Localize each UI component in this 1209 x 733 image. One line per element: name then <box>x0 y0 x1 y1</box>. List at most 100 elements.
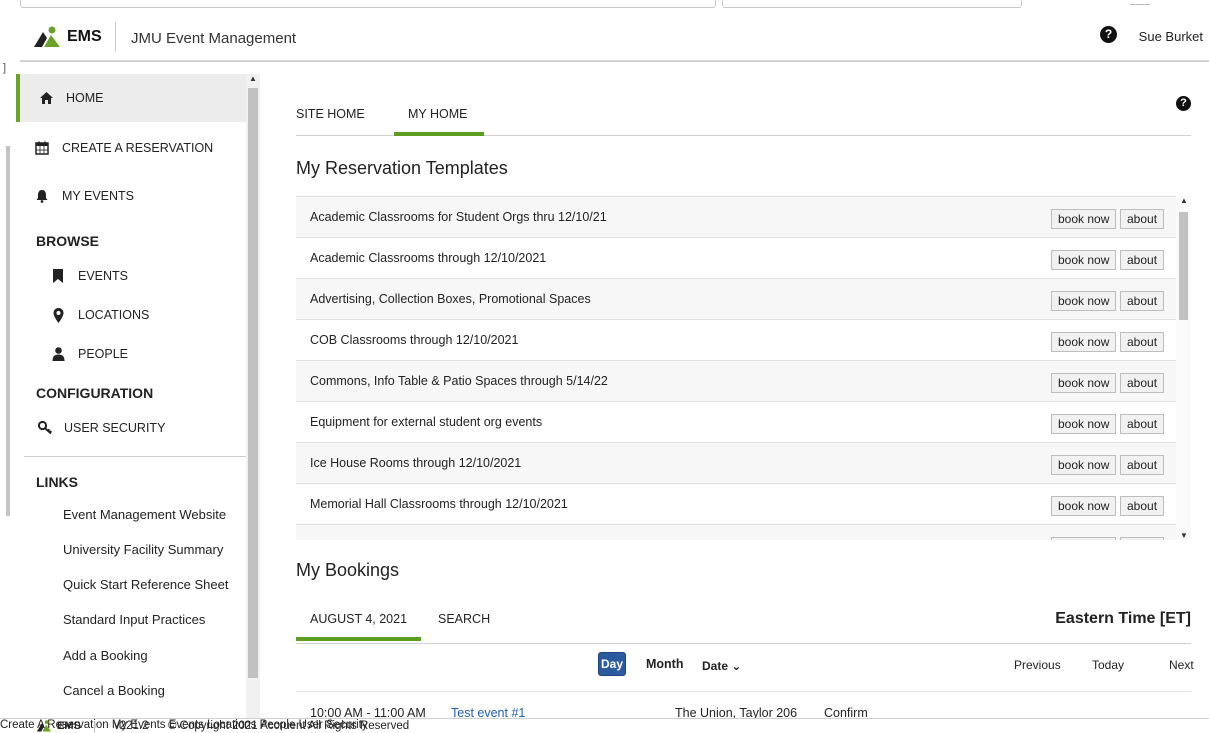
link-event-management-website[interactable]: Event Management Website <box>63 507 226 522</box>
footer-logo-text: EMS <box>57 720 81 732</box>
calendar-icon <box>34 140 50 156</box>
template-name: Memorial Hall Classrooms through 12/10/2… <box>310 497 568 511</box>
scroll-up-icon[interactable]: ▲ <box>1180 196 1188 205</box>
page-help-icon[interactable]: ? <box>1176 96 1191 111</box>
about-button[interactable]: about <box>1120 332 1165 352</box>
next-button[interactable]: Next <box>1169 658 1194 672</box>
template-name: Commons, Info Table & Patio Spaces throu… <box>310 374 608 388</box>
sidebar-item-locations[interactable]: LOCATIONS <box>16 301 246 329</box>
ems-logo-icon <box>34 26 60 47</box>
book-now-button[interactable]: book now <box>1051 537 1117 540</box>
about-button[interactable]: about <box>1120 414 1165 434</box>
sidebar-item-people[interactable]: PEOPLE <box>16 340 246 368</box>
booking-view-controls: Day Month Date ⌄ Previous Today Next <box>296 652 1194 692</box>
browse-heading: BROWSE <box>36 233 99 249</box>
key-icon <box>38 420 54 436</box>
sidebar-item-label: CREATE A RESERVATION <box>62 141 214 155</box>
sidebar-item-label: EVENTS <box>78 269 129 283</box>
templates-title: My Reservation Templates <box>296 158 508 178</box>
user-name-menu[interactable]: Sue Burket <box>1139 29 1203 44</box>
sidebar-item-label: MY EVENTS <box>62 189 135 203</box>
tab-booking-search[interactable]: SEARCH <box>438 612 490 626</box>
previous-button[interactable]: Previous <box>1014 658 1061 672</box>
footer-divider <box>94 721 95 732</box>
sidebar-scroll-thumb[interactable] <box>248 88 258 678</box>
template-row: Academic Classrooms for Student Orgs thr… <box>296 196 1176 237</box>
about-button[interactable]: about <box>1120 373 1165 393</box>
template-row: Commons, Info Table & Patio Spaces throu… <box>296 360 1176 401</box>
app-footer: EMS v221.2 © Copyright 2021 Accruent All… <box>0 718 1209 733</box>
book-now-button[interactable]: book now <box>1051 414 1117 434</box>
ems-logo-icon <box>36 720 52 732</box>
template-row: Ice House Rooms through 12/10/2021 book … <box>296 442 1176 483</box>
month-view-button[interactable]: Month <box>646 657 683 671</box>
template-name: Equipment for external student org event… <box>310 415 543 429</box>
logo-text: EMS <box>67 28 102 45</box>
about-button[interactable]: about <box>1120 291 1165 311</box>
date-sort-dropdown[interactable]: Date ⌄ <box>702 659 741 673</box>
window-left-edge: ] <box>0 62 16 722</box>
footer-copyright: © Copyright 2021 Accruent All Rights Res… <box>168 720 410 732</box>
about-button[interactable]: about <box>1120 209 1165 229</box>
template-name: Ice House Rooms through 12/10/2021 <box>310 456 522 470</box>
template-row: Equipment for external student org event… <box>296 401 1176 442</box>
about-button[interactable]: about <box>1120 455 1165 475</box>
tab-booking-date[interactable]: AUGUST 4, 2021 <box>310 612 407 626</box>
template-row: book now about <box>296 524 1176 540</box>
links-heading: LINKS <box>36 474 78 490</box>
home-icon <box>38 90 54 106</box>
today-button[interactable]: Today <box>1092 658 1124 672</box>
sidebar-item-label: USER SECURITY <box>64 421 166 435</box>
sidebar-item-user-security[interactable]: USER SECURITY <box>16 414 246 442</box>
book-now-button[interactable]: book now <box>1051 332 1117 352</box>
browser-address-field[interactable] <box>20 0 716 8</box>
day-view-button[interactable]: Day <box>598 652 626 676</box>
booking-tabs: AUGUST 4, 2021 SEARCH Eastern Time [ET] <box>296 606 1191 644</box>
link-standard-input-practices[interactable]: Standard Input Practices <box>63 612 205 627</box>
link-quick-start-reference[interactable]: Quick Start Reference Sheet <box>63 577 228 592</box>
template-row: COB Classrooms through 12/10/2021 book n… <box>296 319 1176 360</box>
scroll-up-icon[interactable]: ▲ <box>249 74 257 83</box>
book-now-button[interactable]: book now <box>1051 496 1117 516</box>
sidebar-item-my-events[interactable]: MY EVENTS <box>16 174 246 218</box>
sidebar-item-create-reservation[interactable]: CREATE A RESERVATION <box>16 126 246 170</box>
link-add-booking[interactable]: Add a Booking <box>63 648 148 663</box>
footer-version: v221.2 <box>114 720 149 732</box>
about-button[interactable]: about <box>1120 537 1165 540</box>
bookings-title: My Bookings <box>296 560 400 580</box>
scroll-down-icon[interactable]: ▼ <box>1180 531 1188 540</box>
minimize-icon[interactable] <box>1130 4 1150 5</box>
map-marker-icon <box>50 307 66 323</box>
link-university-facility-summary[interactable]: University Facility Summary <box>63 542 223 557</box>
tab-my-home[interactable]: MY HOME <box>408 107 468 121</box>
tab-site-home[interactable]: SITE HOME <box>296 107 365 121</box>
sidebar-item-home[interactable]: HOME <box>16 74 246 122</box>
active-tab-indicator <box>296 637 421 641</box>
template-row: Academic Classrooms through 12/10/2021 b… <box>296 237 1176 278</box>
bell-icon <box>34 188 50 204</box>
timezone-label: Eastern Time [ET] <box>1055 610 1191 627</box>
help-icon[interactable]: ? <box>1100 26 1117 43</box>
edge-scrollbar[interactable] <box>6 146 10 516</box>
app-title: JMU Event Management <box>131 30 297 47</box>
book-now-button[interactable]: book now <box>1051 209 1117 229</box>
bookmark-icon <box>50 268 66 284</box>
browser-search-field[interactable] <box>722 0 1022 8</box>
sidebar-item-label: LOCATIONS <box>78 308 150 322</box>
templates-scroll-thumb[interactable] <box>1179 212 1188 320</box>
templates-scrollbar[interactable]: ▲ ▼ <box>1176 196 1191 540</box>
book-now-button[interactable]: book now <box>1051 455 1117 475</box>
ems-logo[interactable]: EMS <box>32 26 102 48</box>
about-button[interactable]: about <box>1120 496 1165 516</box>
template-name: Advertising, Collection Boxes, Promotion… <box>310 292 591 306</box>
book-now-button[interactable]: book now <box>1051 291 1117 311</box>
book-now-button[interactable]: book now <box>1051 373 1117 393</box>
about-button[interactable]: about <box>1120 250 1165 270</box>
link-cancel-booking[interactable]: Cancel a Booking <box>63 683 165 698</box>
sidebar-item-label: HOME <box>66 91 104 105</box>
home-tabs: SITE HOME MY HOME <box>296 98 1191 136</box>
person-icon <box>50 346 66 362</box>
sidebar-scrollbar[interactable]: ▲ <box>246 74 260 722</box>
book-now-button[interactable]: book now <box>1051 250 1117 270</box>
sidebar-item-events[interactable]: EVENTS <box>16 262 246 290</box>
